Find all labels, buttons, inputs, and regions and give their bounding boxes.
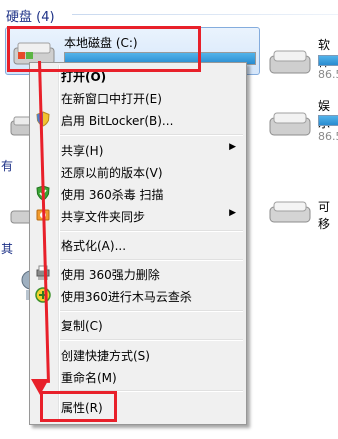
drive-removable-label[interactable]: 可移 [318, 198, 338, 232]
plus-shield-icon [35, 287, 51, 303]
menu-item-format[interactable]: 格式化(A)... [30, 234, 246, 254]
annotation-box-properties [40, 391, 117, 422]
menu-item-360-force-delete[interactable]: 使用 360强力删除 [30, 263, 246, 283]
menu-item-restore-versions[interactable]: 还原以前的版本(V) [30, 161, 246, 181]
submenu-arrow-icon: ▶ [229, 142, 236, 152]
drive-software-icon[interactable] [268, 46, 312, 78]
menu-item-open-new-window[interactable]: 在新窗口中打开(E) [30, 87, 246, 107]
menu-label: 共享(H) [61, 144, 104, 158]
drive-entertainment-usage-bar [318, 115, 338, 126]
menu-label: 共享文件夹同步 [61, 210, 146, 224]
menu-label: 启用 BitLocker(B)... [61, 114, 174, 128]
menu-label: 复制(C) [61, 319, 103, 333]
menu-label: 使用360进行木马云查杀 [61, 290, 192, 304]
menu-item-create-shortcut[interactable]: 创建快捷方式(S) [30, 344, 246, 364]
menu-label: 还原以前的版本(V) [61, 166, 163, 180]
menu-label: 创建快捷方式(S) [61, 349, 150, 363]
menu-item-share[interactable]: 共享(H) ▶ [30, 139, 246, 159]
menu-separator [60, 259, 243, 261]
menu-label: 使用 360强力删除 [61, 268, 160, 282]
menu-item-rename[interactable]: 重命名(M) [30, 366, 246, 386]
menu-label: 使用 360杀毒 扫描 [61, 188, 164, 202]
menu-item-copy[interactable]: 复制(C) [30, 314, 246, 334]
annotation-box-drive [7, 26, 201, 72]
drive-entertainment-icon[interactable] [268, 108, 312, 140]
hard-disks-header[interactable]: 硬盘 (4) [0, 3, 338, 25]
submenu-arrow-icon: ▶ [229, 208, 236, 218]
menu-item-folder-sync[interactable]: 共享文件夹同步 ▶ [30, 205, 246, 225]
drive-removable-icon[interactable] [268, 196, 312, 228]
hard-disks-title: 硬盘 (4) [6, 10, 55, 25]
menu-label: 重命名(M) [61, 371, 117, 385]
header-divider [72, 14, 338, 15]
section-heading-other[interactable]: 其 [1, 240, 13, 257]
drive-software-usage-bar [318, 55, 338, 66]
menu-separator [60, 339, 243, 341]
menu-item-360-scan[interactable]: 使用 360杀毒 扫描 [30, 183, 246, 203]
drive-software-size: 86.5 [318, 68, 338, 81]
menu-separator [60, 310, 243, 312]
menu-item-360-trojan-scan[interactable]: 使用360进行木马云查杀 [30, 285, 246, 305]
context-menu: 打开(O) 在新窗口中打开(E) 启用 BitLocker(B)... 共享(H… [29, 62, 247, 425]
menu-label: 格式化(A)... [61, 239, 127, 253]
menu-item-bitlocker[interactable]: 启用 BitLocker(B)... [30, 109, 246, 129]
menu-separator [60, 230, 243, 232]
menu-label: 在新窗口中打开(E) [61, 92, 162, 106]
drive-entertainment-size: 86.5 [318, 130, 338, 143]
menu-separator [60, 134, 243, 136]
bitlocker-shield-icon [36, 111, 50, 127]
section-heading-removable[interactable]: 有 [1, 157, 13, 174]
annotation-arrow-head-icon [31, 379, 49, 395]
